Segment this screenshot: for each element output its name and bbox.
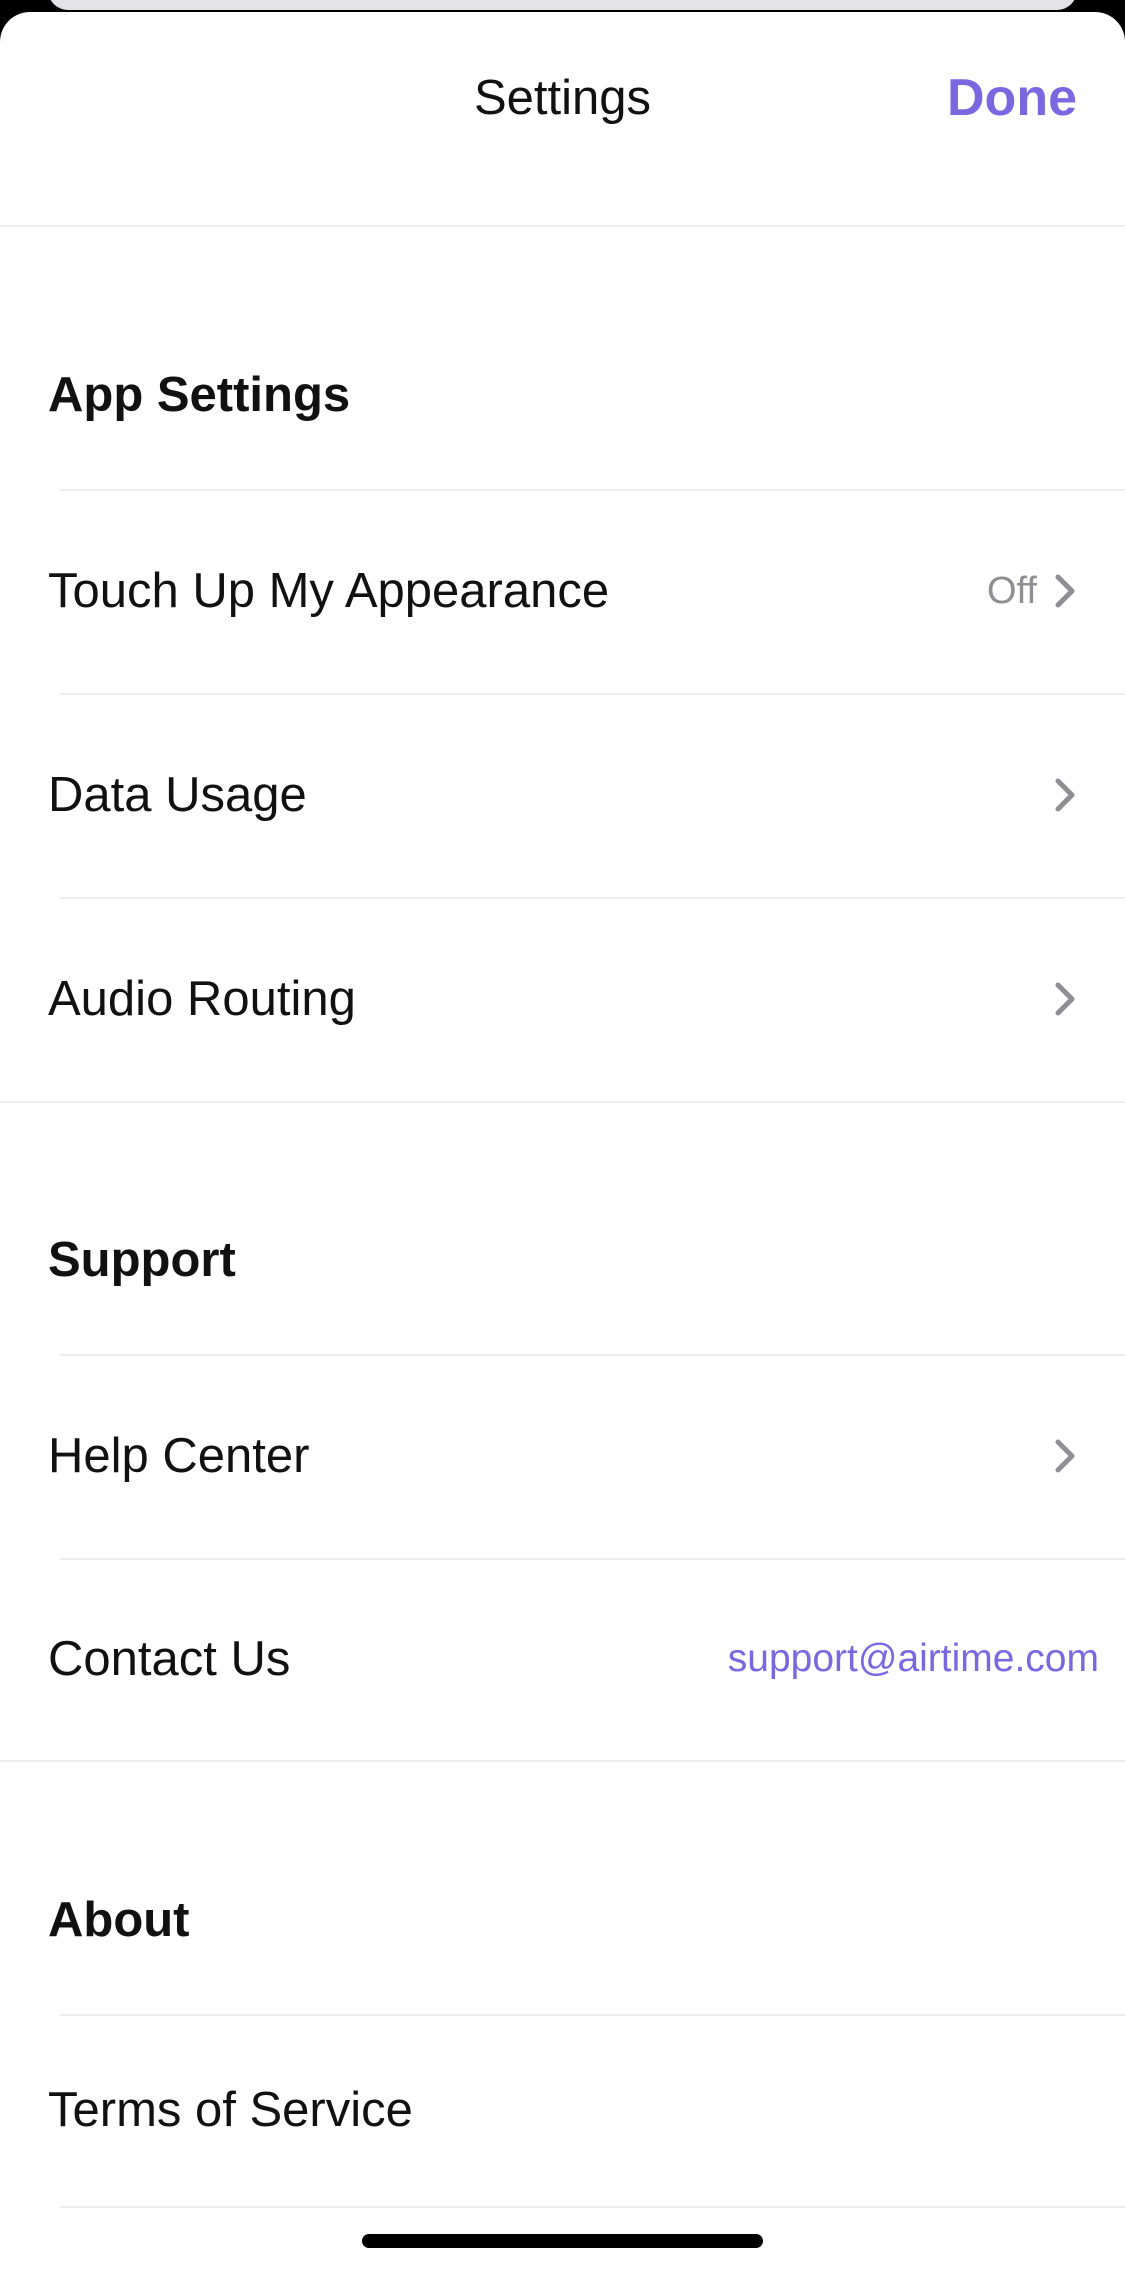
section-title: About (48, 1893, 190, 1947)
row-terms-of-service[interactable]: Terms of Service (0, 2014, 1125, 2218)
row-value: Off (987, 570, 1037, 612)
row-touch-up-my-appearance[interactable]: Touch Up My Appearance Off (0, 489, 1125, 693)
section-header-about: About (0, 1762, 1125, 2014)
background-card (48, 0, 1077, 10)
section-title: Support (48, 1233, 236, 1287)
row-separator (60, 2206, 1125, 2208)
row-label: Audio Routing (48, 972, 356, 1026)
row-contact-us[interactable]: Contact Us support@airtime.com (0, 1558, 1125, 1760)
navigation-bar: Settings Done (0, 12, 1125, 227)
row-label: Help Center (48, 1429, 310, 1483)
chevron-right-icon (1055, 1439, 1075, 1473)
row-help-center[interactable]: Help Center (0, 1354, 1125, 1558)
row-label: Touch Up My Appearance (48, 564, 610, 618)
home-indicator[interactable] (362, 2234, 763, 2248)
row-label: Terms of Service (48, 2083, 413, 2137)
row-audio-routing[interactable]: Audio Routing (0, 897, 1125, 1101)
chevron-right-icon (1055, 982, 1075, 1016)
row-data-usage[interactable]: Data Usage (0, 693, 1125, 897)
chevron-right-icon (1055, 574, 1075, 608)
done-button[interactable]: Done (947, 66, 1077, 130)
section-title: App Settings (48, 368, 351, 422)
row-label: Contact Us (48, 1632, 291, 1686)
settings-sheet: Settings Done App Settings Touch Up My A… (0, 12, 1125, 2284)
section-header-app-settings: App Settings (0, 227, 1125, 489)
support-email-link[interactable]: support@airtime.com (728, 1558, 1099, 1760)
chevron-right-icon (1055, 778, 1075, 812)
screen: Settings Done App Settings Touch Up My A… (0, 0, 1125, 2284)
row-label: Data Usage (48, 768, 307, 822)
section-header-support: Support (0, 1103, 1125, 1354)
